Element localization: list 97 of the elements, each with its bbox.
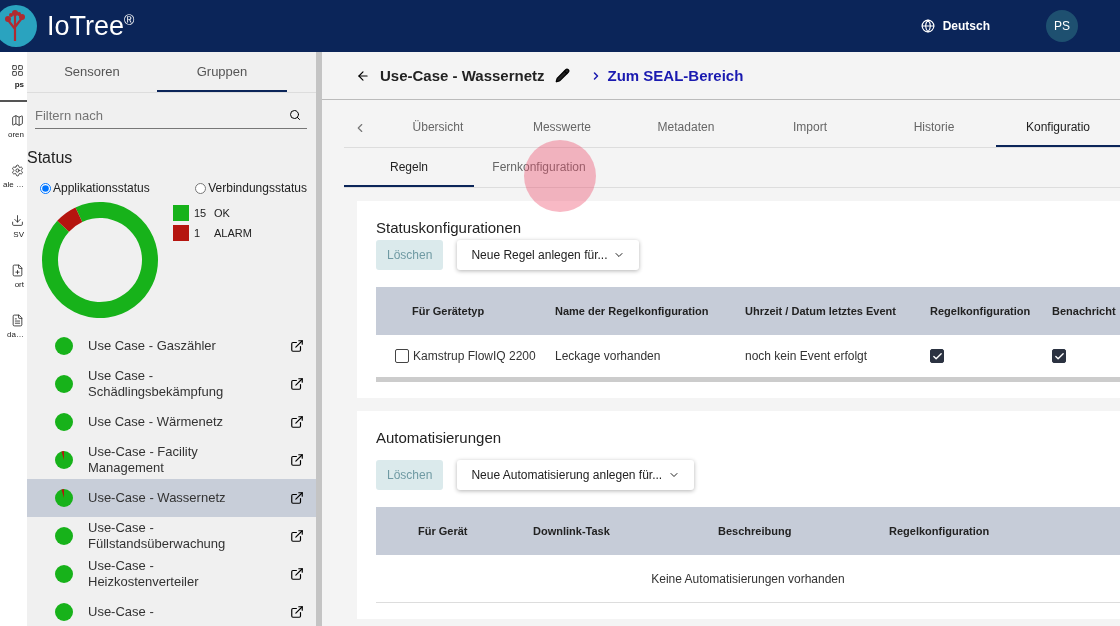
open-link-icon[interactable] [290, 453, 304, 467]
column-header: Für Gerätetyp [412, 305, 485, 317]
open-link-icon[interactable] [290, 491, 304, 505]
status-pie-icon [55, 489, 73, 507]
status-dot-icon [55, 337, 73, 355]
row-checkbox[interactable] [395, 349, 409, 363]
page-tab[interactable]: Konfiguratio [996, 108, 1120, 147]
language-button[interactable]: Deutsch [914, 18, 996, 34]
column-header: Beschreibung [718, 525, 792, 537]
file-plus-icon [11, 263, 24, 277]
status-dot-icon [55, 603, 73, 621]
column-header: Downlink-Task [533, 525, 610, 537]
card-title: Automatisierungen [376, 429, 503, 446]
sidebar-tab[interactable]: Sensoren [27, 52, 157, 92]
group-item[interactable]: Use-Case - Heizkostenverteiler [27, 555, 316, 593]
rail-item[interactable]: SV [0, 202, 27, 252]
gear-icon [11, 163, 24, 177]
group-item[interactable]: Use Case - Schädlingsbekämpfung [27, 365, 316, 403]
open-link-icon[interactable] [290, 339, 304, 353]
notify-checkbox[interactable] [1052, 349, 1066, 363]
open-link-icon[interactable] [290, 377, 304, 391]
globe-icon [920, 19, 935, 33]
column-header: Benachricht [1052, 305, 1116, 317]
group-item[interactable]: Use-Case - [27, 593, 316, 626]
sub-tab[interactable]: Regeln [344, 148, 474, 187]
rail-label: ale … [3, 179, 24, 189]
legend-label: ALARM [214, 227, 252, 239]
open-link-icon[interactable] [290, 605, 304, 619]
filter-field[interactable]: Filtern nach [35, 103, 307, 129]
group-item[interactable]: Use Case - Gaszähler [27, 327, 316, 365]
legend-label: OK [214, 207, 230, 219]
rail-item[interactable]: ale … [0, 152, 27, 202]
download-icon [11, 213, 24, 227]
open-link-icon[interactable] [290, 567, 304, 581]
sidebar-tab[interactable]: Gruppen [157, 52, 287, 92]
rail-item[interactable]: da… [0, 302, 27, 352]
group-name: Use-Case - Facility Management [88, 444, 199, 476]
status-heading: Status [27, 149, 74, 167]
group-item[interactable]: Use Case - Wärmenetz [27, 403, 316, 441]
page-tab[interactable]: Messwerte [499, 108, 624, 147]
radio-label: Verbindungsstatus [208, 181, 307, 195]
seal-link[interactable]: Zum SEAL-Bereich [589, 67, 744, 84]
brand-name: IoTree$^{®}$ [47, 10, 135, 42]
radio-button[interactable] [40, 182, 51, 194]
group-item[interactable]: Use-Case - Facility Management [27, 441, 316, 479]
page-title: Use-Case - Wassernetz [380, 67, 545, 84]
document-icon [11, 313, 24, 327]
rail-label: ort [14, 279, 24, 289]
rail-item[interactable]: oren [0, 102, 27, 152]
radio-button[interactable] [195, 182, 207, 194]
status-dot-icon [55, 565, 73, 583]
rail-item[interactable]: ort [0, 252, 27, 302]
group-name: Use-Case - Heizkostenverteiler [88, 558, 200, 590]
empty-message: Keine Automatisierungen vorhanden [376, 555, 1120, 603]
column-header: Name der Regelkonfiguration [555, 305, 709, 317]
page-tab[interactable]: Import [748, 108, 872, 147]
rail-label: SV [13, 229, 24, 239]
rail-label: da… [7, 329, 24, 339]
column-header: Für Gerät [418, 525, 468, 537]
legend-count: 15 [194, 207, 208, 219]
column-header: Regelkonfiguration [889, 525, 990, 537]
group-name: Use Case - Gaszähler [88, 338, 216, 354]
new-rule-dropdown[interactable]: Neue Regel anlegen für... [457, 240, 640, 270]
status-dot-icon [55, 413, 73, 431]
group-name: Use-Case - Wassernetz [88, 490, 226, 506]
tree-logo [0, 5, 37, 47]
page-tab[interactable]: Übersicht [375, 108, 500, 147]
group-name: Use Case - Wärmenetz [88, 414, 224, 430]
table-cell: Kamstrup FlowIQ 2200 [413, 349, 536, 363]
card-title: Statuskonfigurationen [376, 219, 523, 236]
user-avatar[interactable]: PS [1046, 10, 1078, 42]
rule-checkbox[interactable] [930, 349, 944, 363]
search-icon [289, 109, 301, 121]
group-item[interactable]: Use-Case - Wassernetz [27, 479, 316, 517]
rail-label: ps [14, 79, 24, 89]
group-name: Use Case - Schädlingsbekämpfung [88, 368, 225, 400]
status-pie-icon [55, 451, 73, 469]
status-dot-icon [55, 375, 73, 393]
pencil-icon[interactable] [554, 68, 570, 83]
column-header: Regelkonfiguration [930, 305, 1031, 317]
group-name: Use-Case - [88, 604, 154, 620]
table-cell: noch kein Event erfolgt [745, 349, 868, 363]
rail-label: oren [8, 129, 24, 139]
group-item[interactable]: Use-Case - Füllstandsüberwachung [27, 517, 316, 555]
map-icon [11, 113, 24, 127]
new-automation-dropdown[interactable]: Neue Automatisierung anlegen für... [457, 460, 695, 490]
group-name: Use-Case - Füllstandsüberwachung [88, 520, 227, 552]
page-tab[interactable]: Historie [872, 108, 996, 147]
open-link-icon[interactable] [290, 415, 304, 429]
table-cell: Leckage vorhanden [555, 349, 661, 363]
open-link-icon[interactable] [290, 529, 304, 543]
legend-count: 1 [194, 227, 202, 239]
status-dot-icon [55, 527, 73, 545]
column-header: Uhrzeit / Datum letztes Event [745, 305, 896, 317]
grid-icon [11, 63, 24, 77]
radio-label: Applikationsstatus [53, 181, 150, 195]
page-tab[interactable]: Metadaten [623, 108, 748, 147]
